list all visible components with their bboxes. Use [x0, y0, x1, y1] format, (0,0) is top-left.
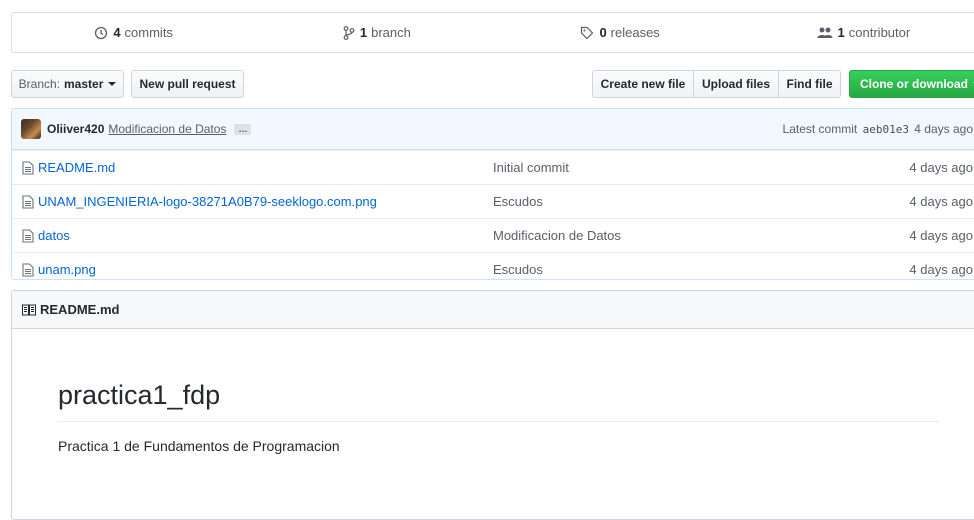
releases-link[interactable]: 0 releases: [499, 13, 742, 52]
file-icon: [22, 161, 34, 175]
find-file-button[interactable]: Find file: [779, 70, 841, 98]
branch-icon: [343, 25, 355, 40]
commits-link[interactable]: 4 commits: [12, 13, 255, 52]
readme-text: Practica 1 de Fundamentos de Programacio…: [58, 438, 340, 454]
readme-header: README.md: [12, 291, 974, 329]
file-age: 4 days ago: [909, 160, 973, 175]
new-pull-request-button[interactable]: New pull request: [131, 70, 244, 98]
contributors-link[interactable]: 1 contributor: [742, 13, 974, 52]
file-row: UNAM_INGENIERIA-logo-38271A0B79-seeklogo…: [12, 184, 974, 218]
branch-prefix: Branch:: [18, 77, 60, 91]
clone-or-download-button[interactable]: Clone or download: [849, 70, 974, 98]
numbers-summary: 4 commits 1 branch 0 releases 1 contribu…: [11, 12, 974, 53]
latest-commit-age: 4 days ago: [914, 122, 973, 136]
latest-commit-info: Latest commit aeb01e3 4 days ago: [783, 122, 973, 136]
readme-filename: README.md: [40, 302, 120, 317]
branch-select-button[interactable]: Branch: master: [11, 70, 124, 98]
branches-count: 1: [359, 25, 368, 40]
file-commit-message[interactable]: Initial commit: [493, 160, 569, 175]
branches-link[interactable]: 1 branch: [255, 13, 498, 52]
caret-down-icon: [108, 82, 117, 86]
avatar[interactable]: [21, 119, 41, 139]
file-row: README.md Initial commit 4 days ago: [12, 150, 974, 184]
file-age: 4 days ago: [909, 194, 973, 209]
file-navigation: Oliiver420 Modificacion de Datos … Lates…: [11, 108, 974, 280]
readme-body: practica1_fdp Practica 1 de Fundamentos …: [12, 380, 974, 454]
file-row: datos Modificacion de Datos 4 days ago: [12, 218, 974, 252]
file-age: 4 days ago: [909, 262, 973, 277]
commits-count: 4: [113, 25, 121, 40]
file-link[interactable]: datos: [38, 228, 70, 243]
commit-message[interactable]: Modificacion de Datos: [108, 122, 226, 136]
file-age: 4 days ago: [909, 228, 973, 243]
file-commit-message[interactable]: Modificacion de Datos: [493, 228, 621, 243]
branches-label: branch: [371, 25, 411, 40]
releases-label: releases: [610, 25, 660, 40]
file-commit-message[interactable]: Escudos: [493, 194, 543, 209]
book-icon: [22, 304, 36, 315]
file-icon: [22, 229, 34, 243]
file-commit-message[interactable]: Escudos: [493, 262, 543, 277]
ellipsis-expander-button[interactable]: …: [234, 123, 252, 135]
releases-count: 0: [599, 25, 607, 40]
contributors-count: 1: [837, 25, 845, 40]
history-icon: [95, 26, 108, 39]
people-icon: [817, 27, 833, 38]
file-link[interactable]: README.md: [38, 160, 115, 175]
latest-commit-prefix: Latest commit: [782, 122, 858, 136]
commits-label: commits: [124, 25, 173, 40]
tag-icon: [581, 26, 594, 39]
file-row: unam.png Escudos 4 days ago: [12, 252, 974, 279]
clone-label: Clone or download: [860, 77, 968, 91]
readme-title: practica1_fdp: [58, 380, 939, 422]
create-new-file-button[interactable]: Create new file: [592, 70, 694, 98]
upload-files-button[interactable]: Upload files: [694, 70, 779, 98]
latest-commit-bar: Oliiver420 Modificacion de Datos … Lates…: [12, 109, 974, 150]
commit-sha[interactable]: aeb01e3: [863, 123, 909, 136]
file-icon: [22, 195, 34, 209]
readme-panel: README.md practica1_fdp Practica 1 de Fu…: [11, 290, 974, 520]
commit-author[interactable]: Oliiver420: [47, 122, 104, 136]
file-link[interactable]: UNAM_INGENIERIA-logo-38271A0B79-seeklogo…: [38, 194, 377, 209]
contributors-label: contributor: [848, 25, 911, 40]
branch-name: master: [64, 77, 104, 91]
file-link[interactable]: unam.png: [38, 262, 96, 277]
file-icon: [22, 263, 34, 277]
